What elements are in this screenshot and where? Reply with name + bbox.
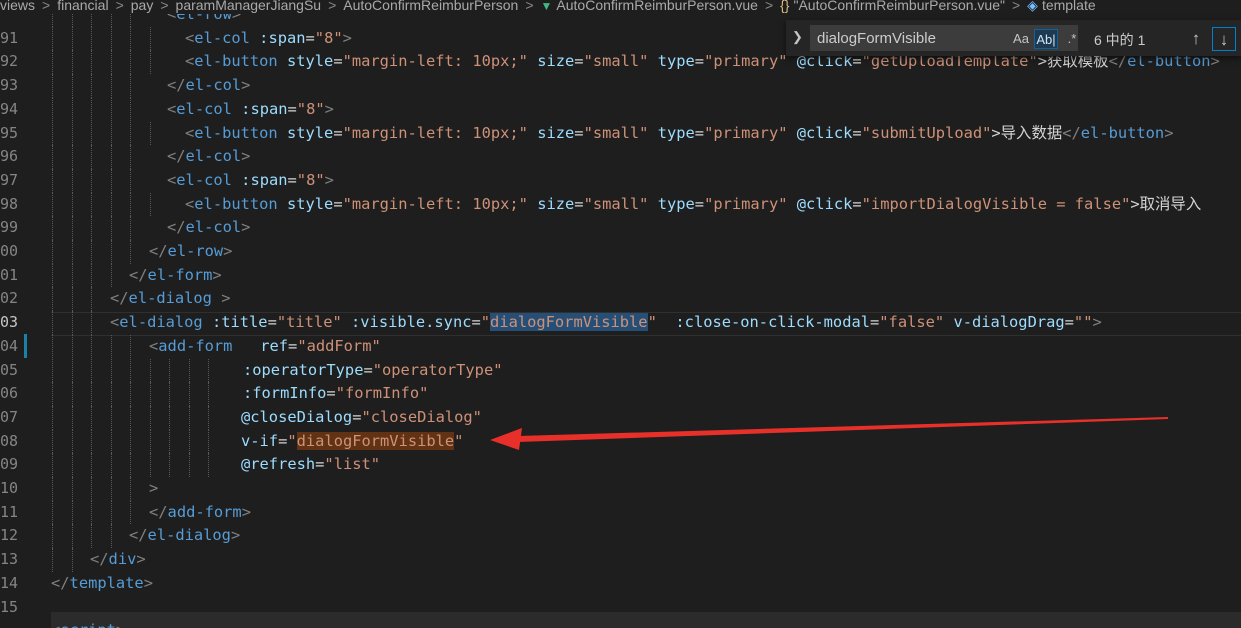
red-arrow-annotation — [490, 417, 1168, 450]
red-arrow-shaft — [518, 417, 1168, 442]
red-arrow-head — [490, 428, 522, 450]
